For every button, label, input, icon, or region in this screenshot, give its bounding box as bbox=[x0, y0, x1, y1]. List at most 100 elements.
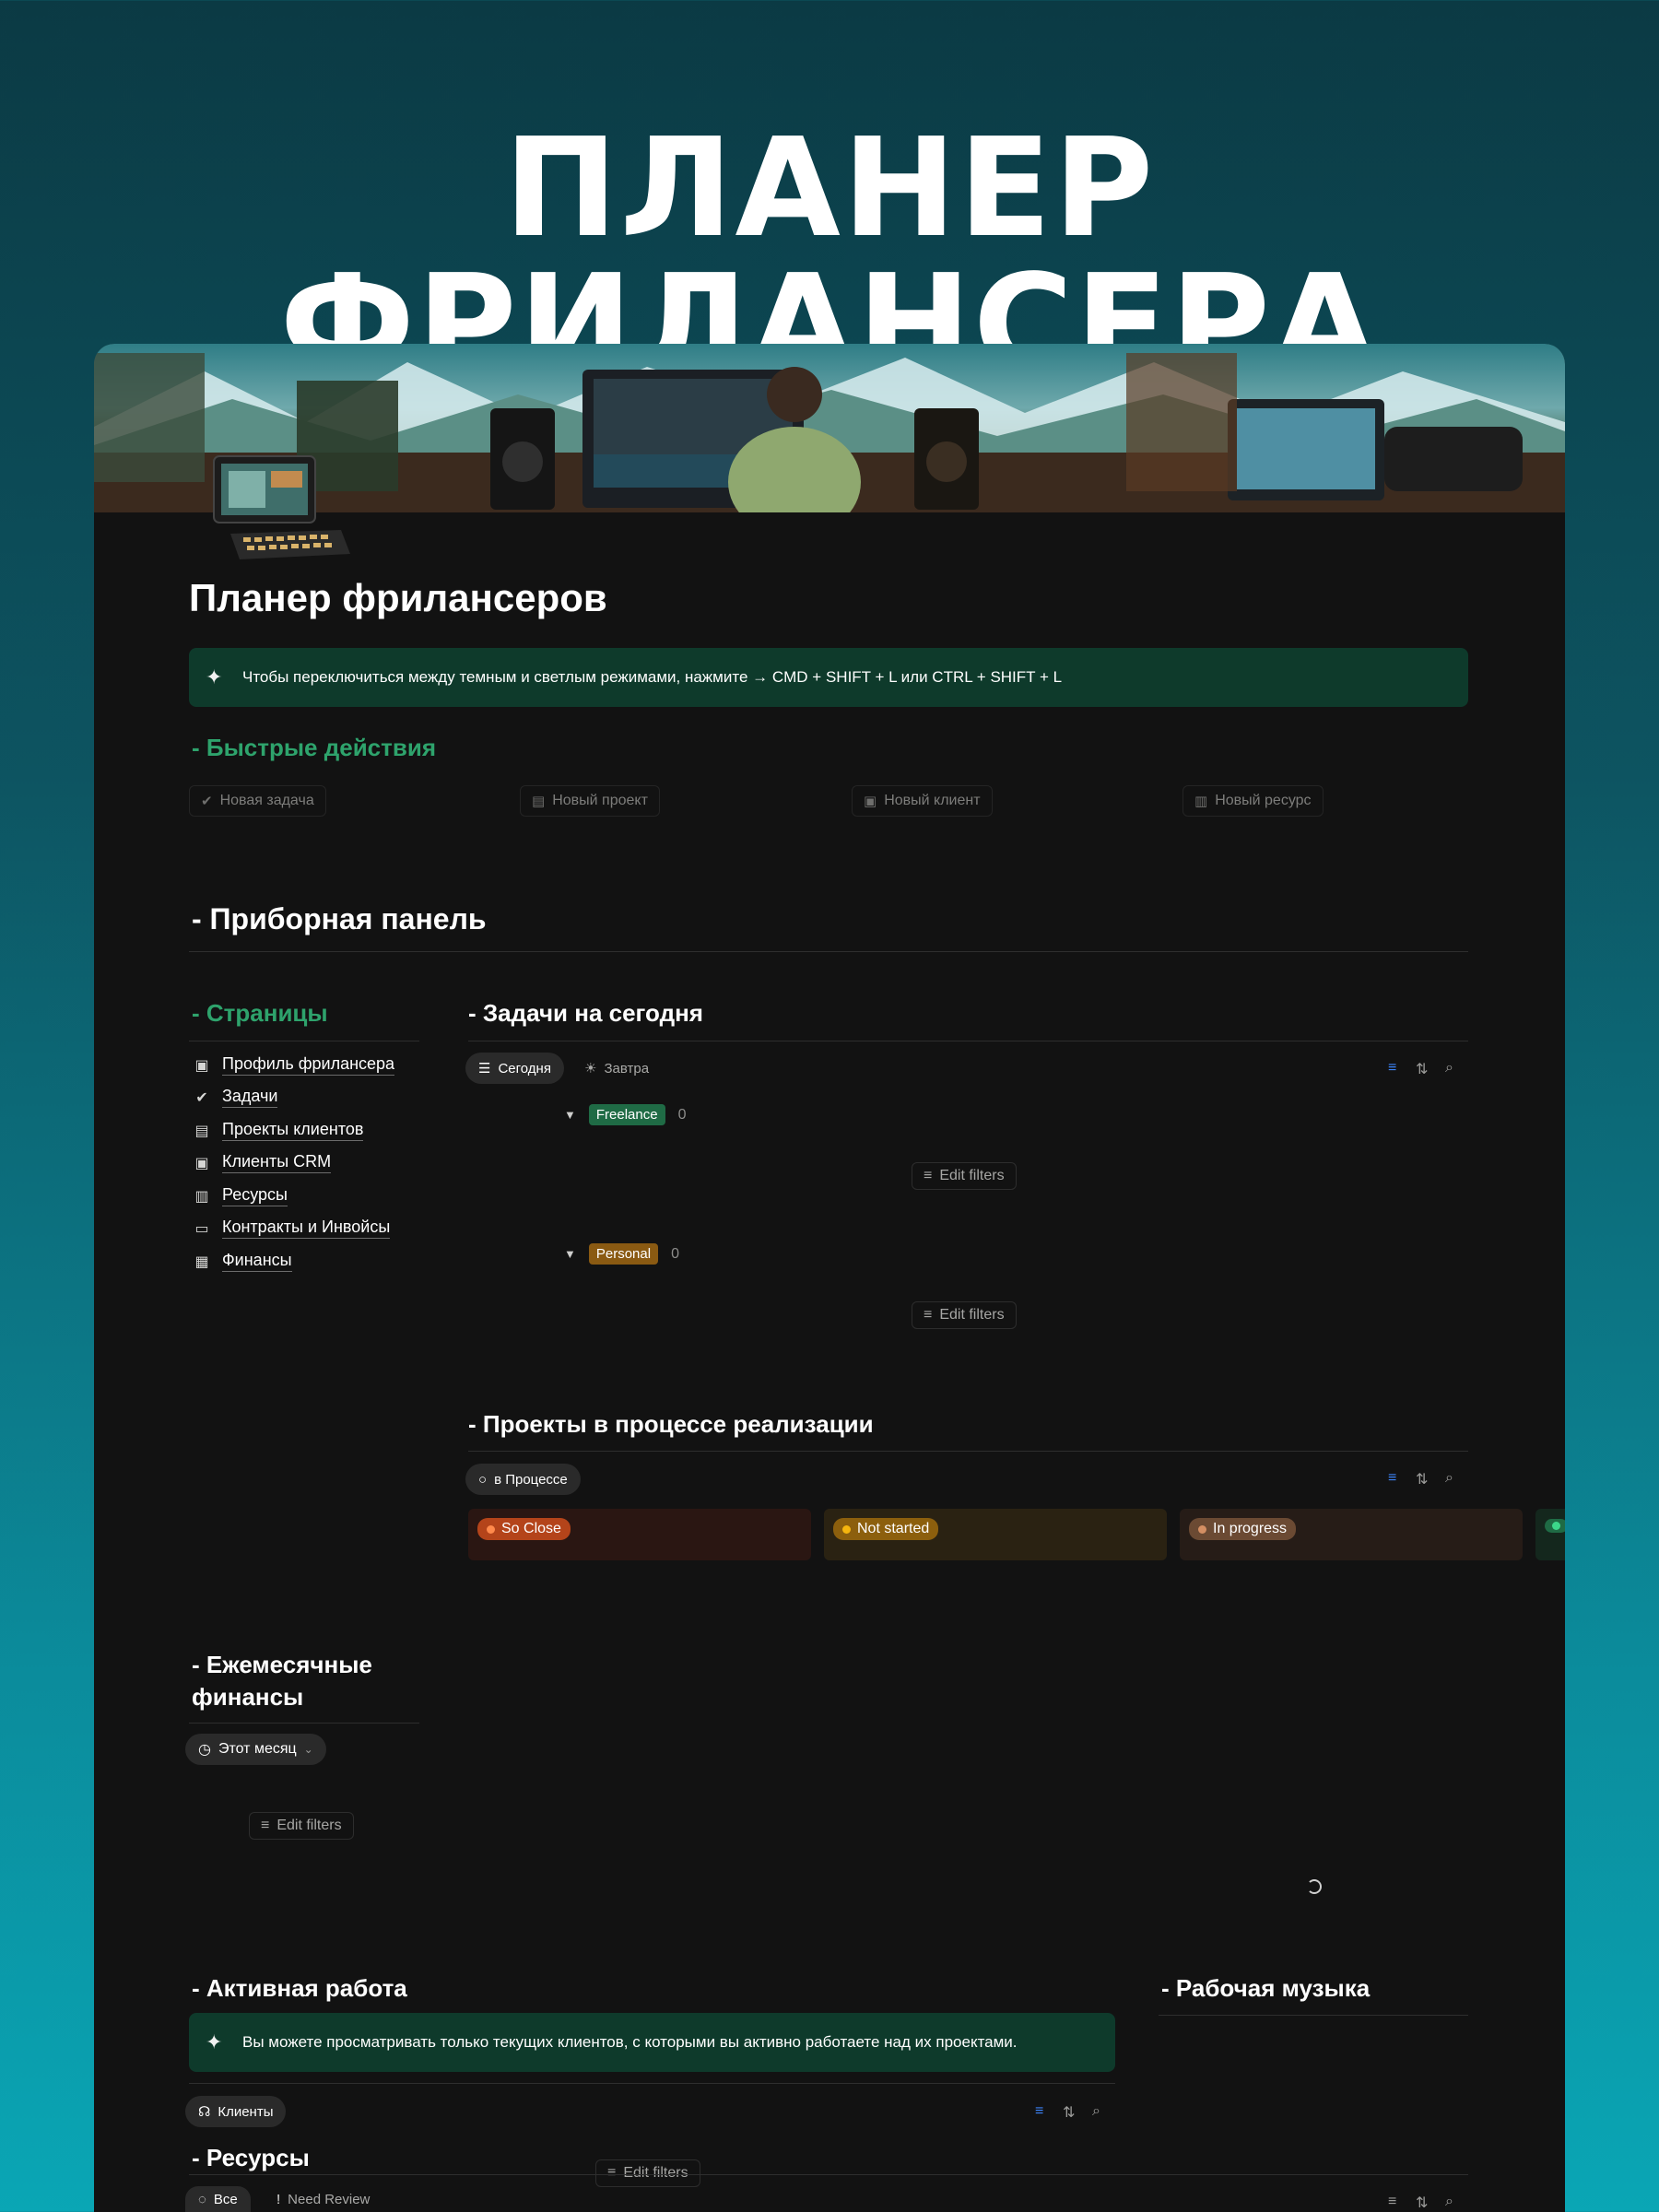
page-icon bbox=[203, 451, 417, 565]
status-pill: Not started bbox=[833, 1518, 939, 1540]
archive-box-icon: ▥ bbox=[1194, 794, 1208, 809]
sort-icon[interactable]: ⇅ bbox=[1416, 1060, 1428, 1078]
in-progress-view-chip[interactable]: ○ в Процессе bbox=[465, 1464, 581, 1495]
filter-icon: ≡ bbox=[924, 1307, 933, 1323]
dashboard-divider bbox=[189, 951, 1468, 952]
active-work-tip-callout: ✦ Вы можете просматривать только текущих… bbox=[189, 2013, 1115, 2072]
nav-item-resources[interactable]: ▥ Ресурсы bbox=[193, 1185, 288, 1206]
board-column-so-close[interactable]: So Close bbox=[468, 1509, 811, 1560]
sunrise-icon: ☀ bbox=[584, 1061, 597, 1077]
archive-box-icon: ▥ bbox=[194, 1188, 209, 1205]
id-card-icon: ▭ bbox=[194, 1220, 209, 1237]
page-title: Планер фрилансеров bbox=[189, 576, 607, 619]
nav-item-contracts-invoices[interactable]: ▭ Контракты и Инвойсы bbox=[193, 1218, 391, 1239]
this-month-view-chip[interactable]: ◷ Этот месяц ⌄ bbox=[185, 1734, 326, 1765]
filter-icon: ≡ bbox=[607, 2165, 617, 2181]
theme-tip-callout: ✦ Чтобы переключиться между темным и све… bbox=[189, 648, 1468, 707]
circle-icon: ○ bbox=[478, 1471, 488, 1488]
board-column-done[interactable] bbox=[1535, 1509, 1565, 1560]
status-dot bbox=[1552, 1522, 1560, 1530]
status-dot bbox=[842, 1524, 851, 1534]
resources-divider bbox=[189, 2174, 1468, 2175]
magic-wand-icon: ✦ bbox=[206, 665, 223, 688]
tab-need-review[interactable]: ! Need Review bbox=[267, 2186, 379, 2212]
status-pill: In progress bbox=[1189, 1518, 1297, 1540]
clients-view-chip[interactable]: ☊ Клиенты bbox=[185, 2096, 287, 2127]
check-badge-icon: ✔ bbox=[195, 1089, 208, 1106]
nav-item-freelancer-profile[interactable]: ▣ Профиль фрилансера bbox=[193, 1054, 395, 1076]
contact-card-icon: ▣ bbox=[194, 1155, 209, 1171]
monthly-finance-heading: - Ежемесячные финансы bbox=[192, 1651, 372, 1711]
resources-heading: - Ресурсы bbox=[192, 2144, 310, 2171]
active-work-divider bbox=[189, 2083, 1115, 2084]
status-pill bbox=[1545, 1519, 1565, 1533]
status-dot bbox=[487, 1524, 495, 1534]
group-personal[interactable]: ▼ Personal 0 bbox=[564, 1243, 679, 1265]
new-resource-button[interactable]: ▥ Новый ресурс bbox=[1182, 785, 1324, 817]
filter-icon[interactable]: ≡ bbox=[1035, 2103, 1043, 2120]
filter-icon: ≡ bbox=[924, 1168, 933, 1183]
group-freelance[interactable]: ▼ Freelance 0 bbox=[564, 1104, 686, 1125]
group-count: 0 bbox=[677, 1106, 687, 1123]
personal-edit-filters-button[interactable]: ≡ Edit filters bbox=[912, 1301, 1017, 1329]
dashed-circle-icon: ◌ bbox=[198, 2191, 206, 2207]
check-badge-icon: ✔ bbox=[201, 794, 213, 809]
folder-icon: ▤ bbox=[194, 1123, 209, 1139]
freelance-edit-filters-button[interactable]: ≡ Edit filters bbox=[912, 1162, 1017, 1190]
tag-personal: Personal bbox=[588, 1243, 659, 1265]
status-pill: So Close bbox=[477, 1518, 571, 1540]
headphones-icon: ☊ bbox=[198, 2104, 211, 2120]
quick-actions-heading: - Быстрые действия bbox=[192, 734, 437, 761]
active-work-tip-text: Вы можете просматривать только текущих к… bbox=[242, 2033, 1018, 2051]
contact-card-icon: ▣ bbox=[864, 794, 877, 809]
money-icon: ▦ bbox=[194, 1253, 209, 1270]
exclamation-icon: ! bbox=[276, 2191, 281, 2207]
projects-divider bbox=[468, 1451, 1468, 1452]
nav-item-client-projects[interactable]: ▤ Проекты клиентов bbox=[193, 1120, 364, 1141]
active-work-edit-filters-button[interactable]: ≡ Edit filters bbox=[595, 2159, 700, 2187]
theme-tip-text: Чтобы переключиться между темным и светл… bbox=[242, 668, 1063, 686]
chevron-down-icon: ⌄ bbox=[303, 1743, 313, 1756]
tab-all-resources[interactable]: ◌ Все bbox=[185, 2186, 251, 2212]
search-icon[interactable]: ⌕ bbox=[1445, 2194, 1453, 2210]
tab-tomorrow[interactable]: ☀ Завтра bbox=[575, 1053, 658, 1084]
new-task-button[interactable]: ✔ Новая задача bbox=[189, 785, 326, 817]
collapse-triangle-icon[interactable]: ▼ bbox=[564, 1247, 576, 1261]
notion-page-window: Планер фрилансеров ✦ Чтобы переключиться… bbox=[94, 344, 1565, 2212]
tag-freelance: Freelance bbox=[588, 1104, 665, 1125]
search-icon[interactable]: ⌕ bbox=[1445, 1060, 1453, 1077]
sort-icon[interactable]: ⇅ bbox=[1416, 2194, 1428, 2212]
tab-today[interactable]: ☰ Сегодня bbox=[465, 1053, 564, 1084]
filter-icon[interactable]: ≡ bbox=[1388, 1470, 1396, 1487]
monthly-finance-edit-filters-button[interactable]: ≡ Edit filters bbox=[249, 1812, 354, 1840]
work-music-heading: - Рабочая музыка bbox=[1161, 1974, 1371, 2002]
folder-icon: ▤ bbox=[532, 794, 546, 809]
magic-wand-icon: ✦ bbox=[206, 2030, 223, 2053]
nav-item-tasks[interactable]: ✔ Задачи bbox=[193, 1087, 278, 1108]
pages-heading: - Страницы bbox=[192, 999, 328, 1027]
dashboard-heading: - Приборная панель bbox=[192, 902, 487, 935]
board-column-not-started[interactable]: Not started bbox=[824, 1509, 1167, 1560]
projects-in-progress-heading: - Проекты в процессе реализации bbox=[468, 1410, 874, 1438]
sort-icon[interactable]: ⇅ bbox=[1416, 1470, 1428, 1488]
monthly-finance-divider bbox=[189, 1723, 419, 1724]
search-icon[interactable]: ⌕ bbox=[1092, 2103, 1100, 2120]
collapse-triangle-icon[interactable]: ▼ bbox=[564, 1108, 576, 1122]
nav-item-clients-crm[interactable]: ▣ Клиенты CRM bbox=[193, 1152, 332, 1173]
board-column-in-progress[interactable]: In progress bbox=[1180, 1509, 1523, 1560]
tasks-today-heading: - Задачи на сегодня bbox=[468, 999, 703, 1027]
filter-icon: ≡ bbox=[261, 1818, 270, 1833]
filter-icon[interactable]: ≡ bbox=[1388, 1060, 1396, 1077]
filter-icon[interactable]: ≡ bbox=[1388, 2194, 1396, 2210]
new-project-button[interactable]: ▤ Новый проект bbox=[520, 785, 660, 817]
work-music-divider bbox=[1159, 2015, 1468, 2016]
sort-icon[interactable]: ⇅ bbox=[1063, 2103, 1075, 2122]
new-client-button[interactable]: ▣ Новый клиент bbox=[852, 785, 993, 817]
search-icon[interactable]: ⌕ bbox=[1445, 1470, 1453, 1487]
checklist-icon: ☰ bbox=[478, 1061, 491, 1077]
status-dot bbox=[1198, 1524, 1206, 1534]
contact-card-icon: ▣ bbox=[194, 1057, 209, 1074]
active-work-heading: - Активная работа bbox=[192, 1974, 407, 2002]
stopwatch-icon: ◷ bbox=[198, 1742, 211, 1758]
nav-item-finances[interactable]: ▦ Финансы bbox=[193, 1251, 292, 1272]
